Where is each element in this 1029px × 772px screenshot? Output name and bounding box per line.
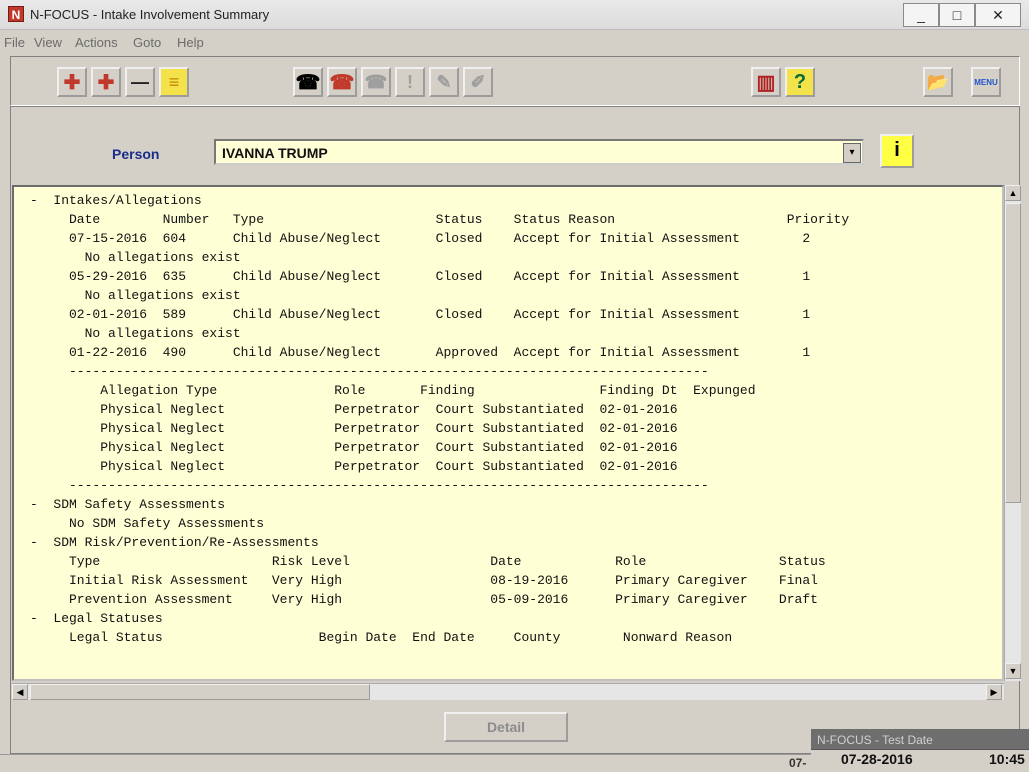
- scroll-left-icon[interactable]: ◀: [12, 684, 28, 700]
- menu-help[interactable]: Help: [177, 35, 204, 50]
- chevron-down-icon[interactable]: ▾: [843, 143, 861, 163]
- scroll-down-icon[interactable]: ▼: [1005, 663, 1021, 679]
- vertical-scrollbar[interactable]: ▲ ▼: [1004, 185, 1021, 681]
- menu-goto[interactable]: Goto: [133, 35, 161, 50]
- menu-icon: MENU: [974, 77, 998, 87]
- test-date-panel: N-FOCUS - Test Date 07-28-2016 10:45: [811, 729, 1029, 772]
- add-button[interactable]: ✚: [57, 67, 87, 97]
- list-button[interactable]: ≡: [159, 67, 189, 97]
- person-info-button[interactable]: i: [880, 134, 914, 168]
- add-multiple-button[interactable]: ✚: [91, 67, 121, 97]
- summary-line: No SDM Safety Assessments: [30, 516, 265, 531]
- summary-line: ----------------------------------------…: [30, 478, 709, 493]
- vertical-scroll-thumb[interactable]: [1005, 203, 1021, 503]
- person-select[interactable]: IVANNA TRUMP: [214, 139, 864, 165]
- add-icon: ✚: [63, 71, 81, 94]
- phone-button[interactable]: ☎: [293, 67, 323, 97]
- summary-line: Physical Neglect Perpetrator Court Subst…: [30, 402, 678, 417]
- maximize-button[interactable]: □: [939, 3, 975, 27]
- open-folder-icon: 📂: [926, 71, 950, 92]
- summary-line: ----------------------------------------…: [30, 364, 709, 379]
- alert-disabled-button[interactable]: !: [395, 67, 425, 97]
- close-button[interactable]: ✕: [975, 3, 1021, 27]
- remove-button[interactable]: —: [125, 67, 155, 97]
- toolbar: ✚ ✚ — ≡ ☎ ☎ ☎ ! ✎ ✐ ▥ ? 📂 MENU: [10, 56, 1020, 106]
- open-folder-button[interactable]: 📂: [923, 67, 953, 97]
- person-value: IVANNA TRUMP: [222, 145, 328, 161]
- summary-line: Type Risk Level Date Role Status: [30, 554, 826, 569]
- involvement-summary-panel[interactable]: - Intakes/Allegations Date Number Type S…: [12, 185, 1004, 681]
- summary-line: No allegations exist: [30, 288, 241, 303]
- summary-line: 07-15-2016 604 Child Abuse/Neglect Close…: [30, 231, 811, 246]
- summary-line: - SDM Safety Assessments: [30, 497, 226, 512]
- summary-line: Prevention Assessment Very High 05-09-20…: [30, 592, 818, 607]
- remove-icon: —: [131, 71, 149, 92]
- alert-disabled-icon: !: [407, 71, 413, 92]
- menu-actions[interactable]: Actions: [75, 35, 118, 50]
- summary-line: Date Number Type Status Status Reason Pr…: [30, 212, 850, 227]
- window-title: N-FOCUS - Intake Involvement Summary: [30, 7, 270, 22]
- test-date-value: 07-28-2016: [841, 751, 913, 767]
- menu-button[interactable]: MENU: [971, 67, 1001, 97]
- help-icon: ?: [793, 70, 807, 93]
- summary-line: 01-22-2016 490 Child Abuse/Neglect Appro…: [30, 345, 811, 360]
- summary-line: - SDM Risk/Prevention/Re-Assessments: [30, 535, 319, 550]
- notes-disabled-icon: ✐: [470, 71, 486, 92]
- summary-line: No allegations exist: [30, 250, 241, 265]
- summary-line: Allegation Type Role Finding Finding Dt …: [30, 383, 756, 398]
- document-disabled-button[interactable]: ✎: [429, 67, 459, 97]
- help-button[interactable]: ?: [785, 67, 815, 97]
- list-icon: ≡: [168, 71, 180, 92]
- summary-line: 05-29-2016 635 Child Abuse/Neglect Close…: [30, 269, 811, 284]
- summary-line: Legal Status Begin Date End Date County …: [30, 630, 733, 645]
- phone-icon: ☎: [295, 71, 321, 94]
- summary-line: Physical Neglect Perpetrator Court Subst…: [30, 440, 678, 455]
- menu-bar: File View Actions Goto Help: [0, 31, 1029, 53]
- horizontal-scrollbar[interactable]: ◀ ▶: [12, 683, 1004, 700]
- summary-line: Physical Neglect Perpetrator Court Subst…: [30, 421, 678, 436]
- scroll-up-icon[interactable]: ▲: [1005, 185, 1021, 201]
- summary-line: - Intakes/Allegations: [30, 193, 202, 208]
- detail-button[interactable]: Detail: [444, 712, 568, 742]
- phone-red-button[interactable]: ☎: [327, 67, 357, 97]
- chart-icon: ▥: [756, 71, 776, 94]
- status-date-fragment: 07-: [789, 756, 807, 770]
- time-value: 10:45: [989, 751, 1025, 767]
- person-label: Person: [112, 146, 160, 162]
- minimize-button[interactable]: _: [903, 3, 939, 27]
- summary-line: - Legal Statuses: [30, 611, 163, 626]
- chart-button[interactable]: ▥: [751, 67, 781, 97]
- title-bar: N N-FOCUS - Intake Involvement Summary _…: [0, 0, 1029, 30]
- add-multiple-icon: ✚: [97, 71, 115, 94]
- summary-line: 02-01-2016 589 Child Abuse/Neglect Close…: [30, 307, 811, 322]
- summary-text: - Intakes/Allegations Date Number Type S…: [14, 187, 1002, 647]
- summary-line: Initial Risk Assessment Very High 08-19-…: [30, 573, 818, 588]
- app-logo-icon: N: [8, 6, 24, 22]
- summary-line: Physical Neglect Perpetrator Court Subst…: [30, 459, 678, 474]
- summary-line: No allegations exist: [30, 326, 241, 341]
- document-disabled-icon: ✎: [436, 71, 452, 92]
- horizontal-scroll-thumb[interactable]: [30, 684, 370, 700]
- scroll-right-icon[interactable]: ▶: [986, 684, 1002, 700]
- test-date-label: N-FOCUS - Test Date: [817, 733, 933, 747]
- menu-file[interactable]: File: [4, 35, 25, 50]
- notes-disabled-button[interactable]: ✐: [463, 67, 493, 97]
- phone-disabled-icon: ☎: [364, 71, 388, 92]
- menu-view[interactable]: View: [34, 35, 62, 50]
- phone-disabled-button[interactable]: ☎: [361, 67, 391, 97]
- phone-red-icon: ☎: [329, 71, 355, 94]
